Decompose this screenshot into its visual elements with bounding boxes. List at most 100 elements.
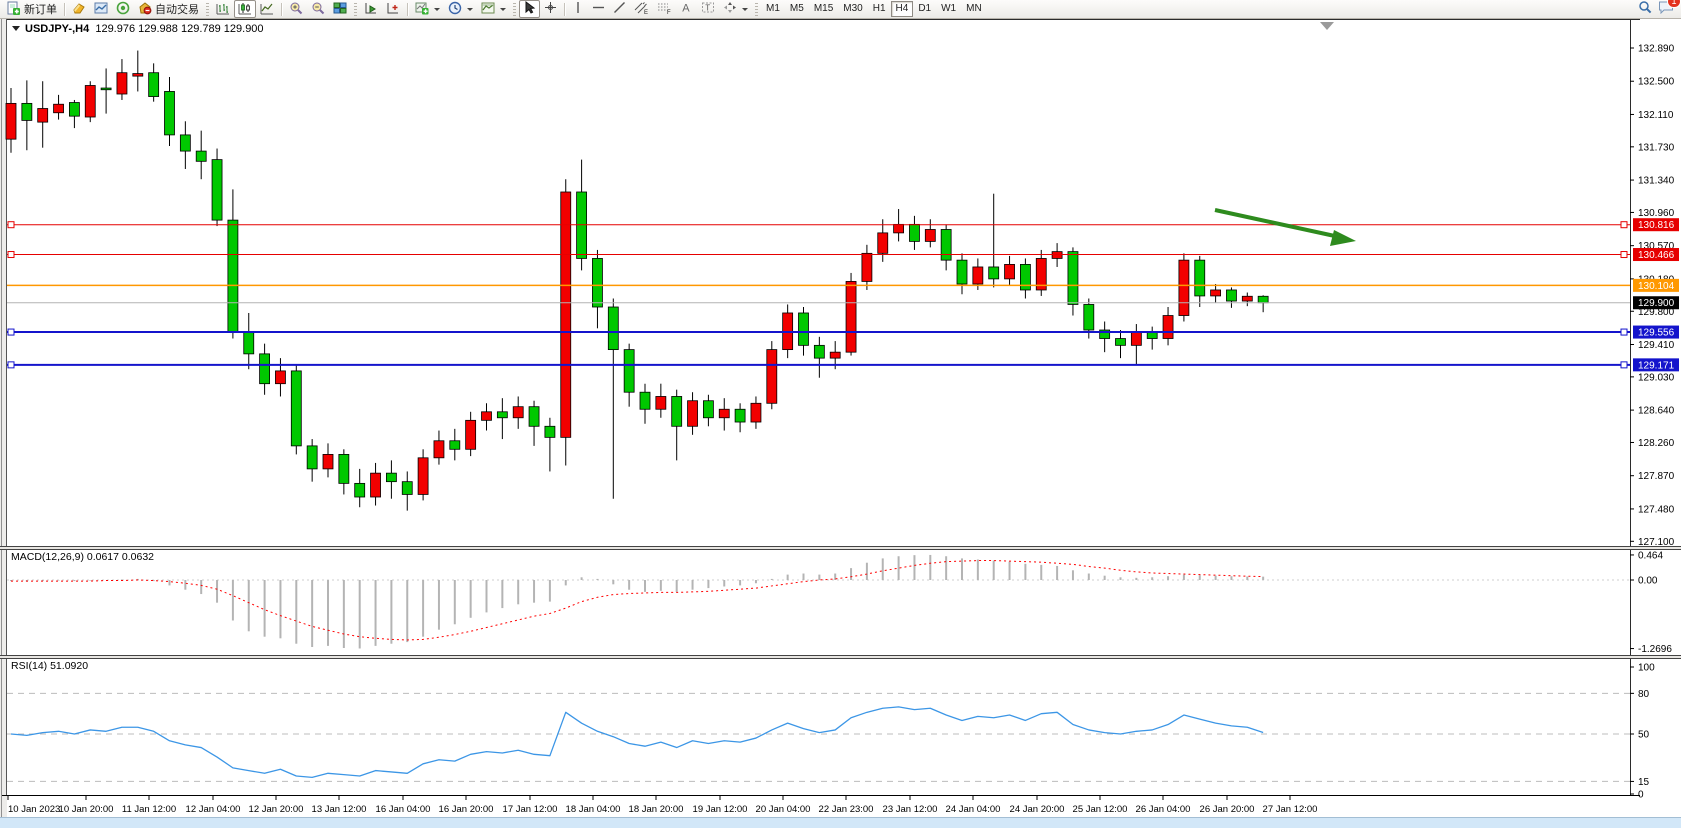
time-tick-label: 27 Jan 12:00 xyxy=(1263,804,1318,815)
candle xyxy=(244,332,254,354)
candlestick-chart-button[interactable] xyxy=(234,0,256,18)
zoom-out-button[interactable] xyxy=(307,0,329,18)
fibonacci-tool[interactable]: F xyxy=(653,0,676,18)
candle xyxy=(1242,296,1252,301)
chart-shift-marker[interactable] xyxy=(1320,22,1334,30)
pane-splitter[interactable] xyxy=(0,547,1681,549)
cursor-tool-button[interactable] xyxy=(519,0,540,18)
new-order-button[interactable]: 新订单 xyxy=(3,0,61,18)
indicators-dropdown-caret[interactable] xyxy=(434,8,440,11)
line-handle[interactable] xyxy=(8,252,14,258)
candle xyxy=(260,354,270,384)
trend-arrow[interactable] xyxy=(1215,210,1344,238)
candle xyxy=(751,403,761,422)
horizontal-line-tool[interactable] xyxy=(588,0,609,18)
candle xyxy=(1005,264,1015,278)
candle xyxy=(941,229,951,260)
chart-title[interactable]: USDJPY-,H4 129.976 129.988 129.789 129.9… xyxy=(12,23,264,35)
templates-dropdown-caret[interactable] xyxy=(500,8,506,11)
periods-button[interactable] xyxy=(444,0,477,18)
macd-tick-label: 0.00 xyxy=(1638,576,1658,587)
crosshair-tool-button[interactable] xyxy=(540,0,561,18)
candle xyxy=(878,233,888,253)
candle xyxy=(228,220,238,332)
chart-canvas[interactable]: 132.890132.500132.110131.730131.340130.9… xyxy=(0,0,1681,828)
zoom-in-button[interactable] xyxy=(285,0,307,18)
trendline-tool[interactable] xyxy=(609,0,630,18)
pane-splitter[interactable] xyxy=(0,656,1681,658)
crosshair-icon xyxy=(544,1,557,17)
candle xyxy=(149,73,159,97)
trendline-icon xyxy=(613,1,626,17)
profile-icon xyxy=(72,1,86,18)
candle xyxy=(513,407,523,418)
arrows-dropdown-caret[interactable] xyxy=(742,8,748,11)
trend-arrow-head[interactable] xyxy=(1330,230,1356,246)
line-handle[interactable] xyxy=(1621,252,1627,258)
line-chart-icon xyxy=(260,1,274,18)
text-tool[interactable]: A xyxy=(676,0,697,18)
profile-button[interactable] xyxy=(68,0,90,18)
equidistant-channel-tool[interactable]: E xyxy=(630,0,653,18)
macd-tick-label: -1.2696 xyxy=(1638,644,1672,655)
timeframe-button-d1[interactable]: D1 xyxy=(913,1,936,17)
indicators-icon xyxy=(415,1,429,18)
line-handle[interactable] xyxy=(1621,362,1627,368)
time-tick-label: 22 Jan 23:00 xyxy=(819,804,874,815)
line-handle[interactable] xyxy=(8,329,14,335)
line-handle[interactable] xyxy=(8,222,14,228)
timeframe-button-mn[interactable]: MN xyxy=(961,1,987,17)
timeframe-button-m15[interactable]: M15 xyxy=(809,1,838,17)
timeframe-button-m30[interactable]: M30 xyxy=(838,1,867,17)
line-handle[interactable] xyxy=(1621,222,1627,228)
candle xyxy=(894,224,904,233)
line-handle[interactable] xyxy=(8,362,14,368)
notifications-button[interactable]: 1 xyxy=(1658,0,1674,19)
rsi-tick-label: 15 xyxy=(1638,777,1650,788)
timeframe-button-m1[interactable]: M1 xyxy=(761,1,785,17)
arrows-tool[interactable] xyxy=(719,0,752,18)
auto-scroll-button[interactable] xyxy=(360,0,382,18)
candle xyxy=(1131,333,1141,346)
signal-button[interactable] xyxy=(112,0,134,18)
rsi-indicator-label: RSI(14) 51.0920 xyxy=(11,660,88,672)
market-watch-button[interactable] xyxy=(90,0,112,18)
timeframe-button-w1[interactable]: W1 xyxy=(936,1,961,17)
candle xyxy=(925,229,935,241)
bar-chart-button[interactable] xyxy=(212,0,234,18)
time-tick-label: 12 Jan 20:00 xyxy=(249,804,304,815)
search-icon[interactable] xyxy=(1638,0,1652,19)
timeframe-button-h4[interactable]: H4 xyxy=(891,1,914,17)
candle xyxy=(1020,264,1030,290)
time-tick-label: 11 Jan 12:00 xyxy=(122,804,176,815)
candle xyxy=(339,454,349,483)
indicators-button[interactable] xyxy=(411,0,444,18)
timeframe-button-m5[interactable]: M5 xyxy=(785,1,809,17)
time-tick-label: 12 Jan 04:00 xyxy=(186,804,241,815)
candle xyxy=(767,350,777,404)
candle xyxy=(497,412,507,418)
timeframe-button-h1[interactable]: H1 xyxy=(868,1,891,17)
candle xyxy=(1116,339,1126,346)
candle xyxy=(212,160,222,220)
separator xyxy=(407,3,408,16)
auto-trading-button[interactable]: 自动交易 xyxy=(134,0,203,18)
chart-shift-button[interactable] xyxy=(382,0,404,18)
candle xyxy=(703,401,713,418)
candle xyxy=(608,307,618,350)
candle xyxy=(323,454,333,468)
candle xyxy=(402,482,412,495)
line-chart-button[interactable] xyxy=(256,0,278,18)
zoom-in-icon xyxy=(289,1,303,18)
candle xyxy=(1211,290,1221,296)
vertical-line-tool[interactable] xyxy=(568,0,588,18)
templates-button[interactable] xyxy=(477,0,510,18)
symbol-dropdown-icon[interactable] xyxy=(12,26,20,31)
price-tick-label: 132.110 xyxy=(1638,110,1674,121)
price-tick-label: 128.260 xyxy=(1638,438,1675,449)
line-handle[interactable] xyxy=(1621,329,1627,335)
periods-dropdown-caret[interactable] xyxy=(467,8,473,11)
text-label-tool[interactable]: T xyxy=(697,0,719,18)
price-axis-box-label: 129.171 xyxy=(1638,360,1675,371)
tile-windows-button[interactable] xyxy=(329,0,351,18)
